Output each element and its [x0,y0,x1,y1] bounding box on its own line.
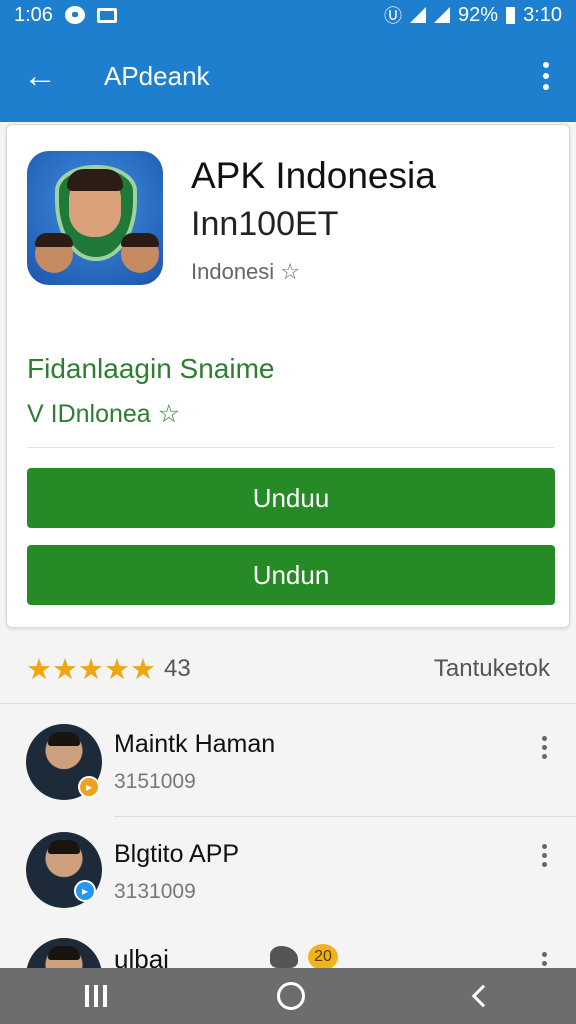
divider [0,703,576,704]
app-name: APK Indonesia [191,155,436,196]
play-badge-icon: ▸ [78,776,100,798]
play-badge-icon: ▸ [74,880,96,902]
recent-apps-icon[interactable] [85,985,107,1007]
app-bar-title: APdeank [104,60,210,91]
download-button[interactable]: Unduu [27,468,555,528]
list-item[interactable]: ▸ Maintk Haman 3151009 [0,710,576,820]
home-circle-icon[interactable] [277,982,305,1010]
count-badge: 20 [308,944,338,970]
child-face-icon-2 [121,233,159,273]
star-rating-icon: ★★★★★ [26,653,156,686]
arrow-left-icon: ← [23,56,57,95]
person-face-icon [67,169,123,237]
more-vert-icon[interactable] [516,30,576,122]
signal-icon [410,7,427,23]
avatar [26,938,102,968]
app-icon [27,151,163,285]
app-subtitle: Inn100ET [191,205,339,243]
battery-icon [506,6,516,24]
rating-link[interactable]: Tantuketok [434,655,550,683]
list-item[interactable]: ▸ Blgtito APP 3131009 [0,818,576,928]
signal-icon-2 [434,7,451,23]
battery-percent: 92% [458,3,499,26]
list-item-subtitle: 3131009 [114,880,196,903]
more-vert-icon[interactable] [536,952,552,966]
more-vert-icon[interactable] [536,736,552,759]
app-developer[interactable]: Indonesi ☆ [191,259,300,285]
back-chevron-icon[interactable] [471,984,495,1008]
download-button-2[interactable]: Undun [27,545,555,605]
rating-count: 43 [164,655,191,682]
status-bar: 1:06 Ⓤ 92% 3:10 [0,0,576,30]
list-item-title: ulbai [114,944,169,968]
system-nav-bar [0,968,576,1024]
app-tagline: Fidanlaagin Snaime [27,353,275,384]
alarm-icon: Ⓤ [384,6,403,26]
status-time-left: 1:06 [14,3,53,26]
divider [27,447,555,448]
mail-icon [96,7,117,23]
app-bar: ← APdeank [0,30,576,122]
divider [114,816,576,817]
child-face-icon [35,233,73,273]
rating-row: ★★★★★ 43 Tantuketok [0,638,576,700]
chat-bubble-icon [64,6,85,24]
more-vert-icon[interactable] [536,844,552,867]
app-detail-card: APK Indonesia Inn100ET Indonesi ☆ Fidanl… [6,124,570,628]
back-button[interactable]: ← [0,30,80,122]
app-region[interactable]: V IDnlonea ☆ [27,399,180,429]
list-item-subtitle: 3151009 [114,770,196,793]
status-time-right: 3:10 [523,3,562,26]
list-item-title: Maintk Haman [114,730,276,758]
list-item-title: Blgtito APP [114,840,240,868]
